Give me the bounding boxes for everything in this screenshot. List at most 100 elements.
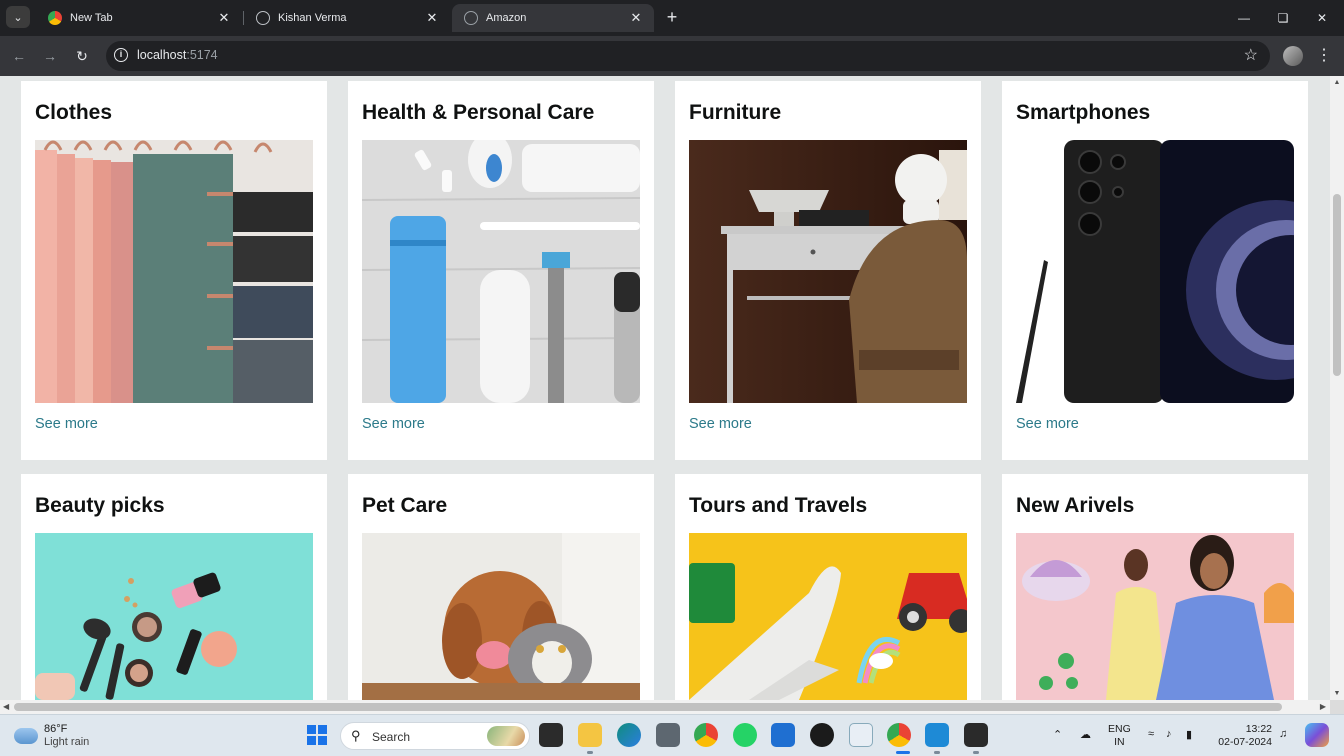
horizontal-scrollbar[interactable]: ◀ ▶: [0, 700, 1330, 714]
toy-plane-and-car-photo[interactable]: [689, 533, 967, 700]
category-card-new-arivels: New Arivels: [1002, 474, 1308, 700]
card-title: Health & Personal Care: [362, 101, 595, 124]
makeup-items-photo[interactable]: [35, 533, 313, 700]
running-indicator: [934, 751, 940, 754]
see-more-link[interactable]: See more: [362, 416, 425, 432]
windows-start-icon[interactable]: [305, 723, 329, 747]
calculator-icon[interactable]: [656, 723, 680, 747]
close-tab-icon[interactable]: ✕: [424, 10, 440, 26]
dog-and-cat-photo[interactable]: [362, 533, 640, 700]
card-title: New Arivels: [1016, 494, 1135, 517]
scrollbar-corner: [1330, 700, 1344, 714]
running-indicator: [973, 751, 979, 754]
rain-cloud-icon: [14, 728, 38, 744]
desk-and-chair-photo[interactable]: [689, 140, 967, 403]
whatsapp-icon[interactable]: [733, 723, 757, 747]
snipping-tool-icon[interactable]: [849, 723, 873, 747]
tab-search-button[interactable]: ⌄: [6, 6, 30, 28]
browser-tab-strip: ⌄ New Tab ✕ Kishan Verma ✕ Amazon ✕ + — …: [0, 0, 1344, 36]
scroll-left-icon[interactable]: ◀: [3, 702, 9, 711]
language-indicator[interactable]: ENG IN: [1108, 723, 1131, 749]
onedrive-cloud-icon[interactable]: ☁: [1080, 728, 1091, 741]
url-text: localhost:5174: [137, 48, 218, 62]
scroll-up-icon[interactable]: ▲: [1333, 79, 1341, 86]
copilot-icon[interactable]: [1305, 723, 1329, 747]
search-icon: ⚲: [351, 728, 361, 743]
running-indicator: [896, 751, 910, 754]
profile-avatar[interactable]: [1283, 46, 1303, 66]
close-tab-icon[interactable]: ✕: [216, 10, 232, 26]
card-title: Smartphones: [1016, 101, 1151, 124]
chrome-icon[interactable]: [694, 723, 718, 747]
edge-browser-icon[interactable]: [617, 723, 641, 747]
see-more-link[interactable]: See more: [35, 416, 98, 432]
back-arrow-icon[interactable]: ←: [8, 45, 30, 67]
show-hidden-icons-chevron-icon[interactable]: ⌃: [1053, 728, 1062, 741]
battery-icon[interactable]: ▮: [1186, 728, 1192, 741]
globe-icon: [256, 11, 270, 25]
category-card-tours-and-travels: Tours and Travels: [675, 474, 981, 700]
bookmark-star-icon[interactable]: ☆: [1244, 45, 1258, 65]
fashion-models-photo[interactable]: [1016, 533, 1294, 700]
taskbar-search-input[interactable]: ⚲ Search: [340, 722, 530, 750]
globe-icon: [464, 11, 478, 25]
running-indicator: [587, 751, 593, 754]
smartphone-with-stylus-photo[interactable]: [1016, 140, 1294, 403]
tab-amazon[interactable]: Amazon ✕: [452, 4, 654, 32]
site-info-icon[interactable]: i: [114, 48, 128, 62]
category-card-smartphones: Smartphones See more: [1002, 81, 1308, 460]
close-tab-icon[interactable]: ✕: [628, 10, 644, 26]
card-title: Clothes: [35, 101, 113, 124]
card-title: Pet Care: [362, 494, 448, 517]
horizontal-scroll-thumb[interactable]: [14, 703, 1282, 711]
clock-time: 13:22: [1245, 723, 1272, 735]
terminal-icon[interactable]: [964, 723, 988, 747]
browser-toolbar: ← → ↻ i localhost:5174 ☆: [0, 36, 1344, 76]
address-bar[interactable]: i localhost:5174 ☆: [106, 41, 1270, 71]
category-card-furniture: Furniture See more: [675, 81, 981, 460]
lang-line2: IN: [1114, 736, 1125, 748]
vertical-scroll-thumb[interactable]: [1333, 194, 1341, 376]
chrome-icon: [48, 11, 62, 25]
reload-icon[interactable]: ↻: [71, 45, 93, 67]
scroll-right-icon[interactable]: ▶: [1320, 702, 1326, 711]
see-more-link[interactable]: See more: [1016, 416, 1079, 432]
task-view-icon[interactable]: [539, 723, 563, 747]
chrome-profile-icon[interactable]: [887, 723, 911, 747]
scroll-down-icon[interactable]: ▼: [1333, 690, 1341, 697]
category-card-clothes: Clothes See more: [21, 81, 327, 460]
vertical-scrollbar[interactable]: ▲ ▼: [1330, 76, 1344, 700]
volume-icon[interactable]: ♪: [1166, 728, 1172, 740]
personal-care-products-photo[interactable]: [362, 140, 640, 403]
search-placeholder: Search: [372, 730, 411, 744]
url-port: :5174: [186, 48, 218, 62]
url-host: localhost: [137, 48, 187, 62]
see-more-link[interactable]: See more: [689, 416, 752, 432]
wifi-icon[interactable]: ≈: [1148, 728, 1154, 740]
card-title: Beauty picks: [35, 494, 165, 517]
restore-icon[interactable]: ❏: [1273, 8, 1293, 28]
file-explorer-icon[interactable]: [578, 723, 602, 747]
lang-line1: ENG: [1108, 723, 1131, 735]
notification-bell-icon[interactable]: ♫: [1279, 728, 1287, 740]
category-card-health-personal-care: Health & Personal Care See more: [348, 81, 654, 460]
windows-taskbar: 86°F Light rain ⚲ Search ⌃ ☁ ENG IN ≈ ♪ …: [0, 714, 1344, 756]
microsoft-store-icon[interactable]: [771, 723, 795, 747]
more-menu-icon[interactable]: ⋮: [1316, 44, 1332, 68]
tab-kishan-verma[interactable]: Kishan Verma ✕: [244, 4, 450, 32]
media-player-icon[interactable]: [810, 723, 834, 747]
taskbar-clock[interactable]: 13:22 02-07-2024: [1212, 723, 1272, 749]
forward-arrow-icon[interactable]: →: [39, 45, 61, 67]
close-window-icon[interactable]: ✕: [1312, 8, 1332, 28]
clock-date: 02-07-2024: [1218, 736, 1272, 748]
category-card-pet-care: Pet Care: [348, 474, 654, 700]
weather-widget[interactable]: 86°F Light rain: [14, 723, 89, 749]
folded-fabrics-photo[interactable]: [35, 140, 313, 403]
minimize-icon[interactable]: —: [1234, 8, 1254, 28]
tab-title: Kishan Verma: [278, 12, 347, 24]
tab-new-tab[interactable]: New Tab ✕: [36, 4, 242, 32]
vscode-icon[interactable]: [925, 723, 949, 747]
weather-condition: Light rain: [44, 736, 90, 748]
card-title: Furniture: [689, 101, 782, 124]
new-tab-icon[interactable]: +: [662, 7, 682, 27]
